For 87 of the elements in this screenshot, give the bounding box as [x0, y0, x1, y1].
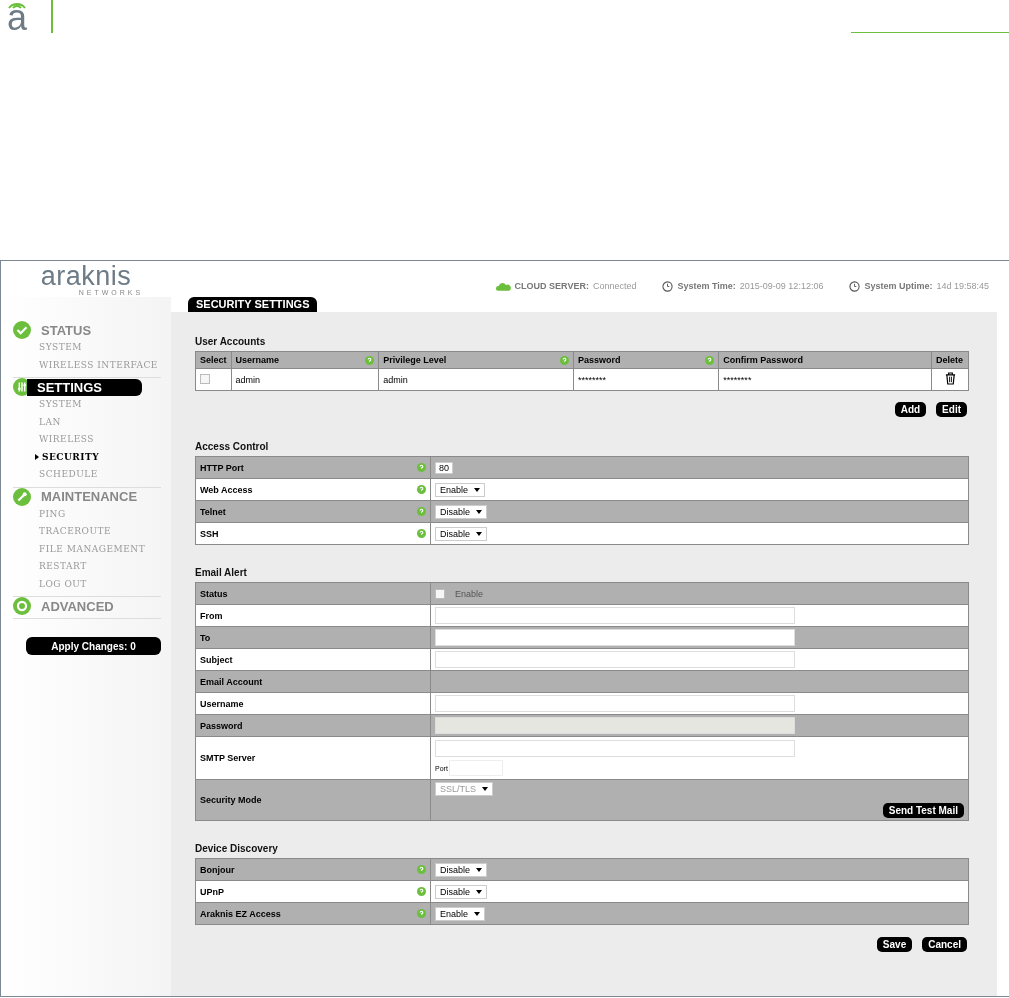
row-label: Username [200, 698, 244, 709]
page-title: SECURITY SETTINGS [188, 297, 318, 312]
dropdown[interactable]: Enable [435, 482, 486, 497]
table-cell: admin [235, 374, 261, 385]
caret-icon [476, 889, 482, 894]
status-label: System Time: [677, 281, 736, 291]
row-label: Status [200, 588, 228, 599]
help-icon[interactable] [417, 485, 426, 494]
row-checkbox[interactable] [200, 373, 210, 384]
row-label: Password [200, 720, 243, 731]
logo-letter: a [7, 5, 27, 31]
table-action-button[interactable]: Add [894, 402, 927, 417]
help-icon[interactable] [417, 887, 426, 896]
caret-icon [474, 487, 481, 492]
form-button[interactable]: Save [876, 937, 913, 952]
help-icon[interactable] [705, 355, 715, 365]
dropdown[interactable]: Disable [435, 526, 487, 541]
column-header: Privilege Level [383, 355, 447, 365]
input-field[interactable]: 80 [435, 461, 453, 474]
row-label: Email Account [200, 676, 263, 687]
help-icon[interactable] [417, 507, 426, 516]
help-icon[interactable] [417, 865, 426, 874]
caret-icon [474, 911, 481, 916]
sidebar-heading[interactable]: SETTINGS [27, 378, 142, 396]
help-icon[interactable] [365, 355, 375, 365]
row-label: UPnP [200, 886, 224, 897]
column-header: Confirm Password [723, 355, 803, 365]
help-icon[interactable] [417, 909, 426, 918]
column-header: Password [577, 355, 621, 365]
send-test-mail-button[interactable]: Send Test Mail [882, 803, 964, 818]
row-label: SSH [200, 528, 219, 539]
row-label: Telnet [200, 506, 226, 517]
caret-icon [476, 867, 482, 872]
status-label: CLOUD SERVER: [514, 281, 589, 291]
input-field[interactable] [435, 629, 795, 646]
status-value: 14d 19:58:45 [936, 281, 989, 291]
caret-icon [476, 531, 482, 536]
row-label: Subject [200, 654, 233, 665]
column-header: Delete [936, 355, 963, 365]
column-header: Select [200, 355, 227, 365]
status-label: System Uptime: [864, 281, 933, 291]
cloud-icon [495, 281, 511, 291]
input-field[interactable] [435, 740, 795, 757]
gear-icon [13, 597, 31, 615]
caret-icon [476, 509, 482, 514]
section-heading: User Accounts [195, 336, 267, 347]
row-label: Bonjour [200, 864, 235, 875]
brand-logo: araknis [40, 263, 132, 289]
row-label: From [200, 610, 223, 621]
table-action-button[interactable]: Edit [936, 402, 967, 417]
row-label: Araknis EZ Access [200, 908, 281, 919]
clock-icon [849, 280, 861, 292]
help-icon[interactable] [417, 529, 426, 538]
wifi-icon [7, 0, 27, 9]
apply-changes-button[interactable]: Apply Changes: 0 [26, 637, 161, 655]
row-label: Web Access [200, 484, 253, 495]
dropdown[interactable]: Disable [435, 862, 487, 877]
table-cell: ******** [723, 374, 752, 385]
section-heading: Access Control [195, 441, 270, 452]
dropdown[interactable]: Disable [435, 884, 487, 899]
row-label: To [200, 632, 211, 643]
row-label: Security Mode [200, 795, 262, 805]
row-label: HTTP Port [200, 462, 244, 473]
table-cell: ******** [577, 374, 606, 385]
section-heading: Device Discovery [195, 843, 279, 854]
input-field[interactable] [435, 695, 795, 712]
dropdown[interactable]: Disable [435, 504, 487, 519]
table-cell: admin [383, 374, 408, 385]
sidebar-item[interactable]: SECURITY [35, 448, 161, 466]
status-value: 2015-09-09 12:12:06 [739, 281, 824, 291]
input-field[interactable] [435, 607, 795, 624]
status-value: Connected [592, 281, 637, 291]
check-icon [13, 321, 31, 339]
form-button[interactable]: Cancel [922, 937, 967, 952]
help-icon[interactable] [417, 463, 426, 472]
column-header: Username [235, 355, 280, 365]
wrench-icon [13, 487, 31, 506]
help-icon[interactable] [559, 355, 569, 365]
input-field[interactable] [435, 651, 795, 668]
caret-icon [482, 787, 489, 791]
section-heading: Email Alert [195, 567, 248, 578]
checkbox[interactable] [435, 588, 445, 599]
checkbox-label: Enable [455, 588, 484, 599]
dropdown[interactable]: Enable [435, 906, 486, 921]
trash-icon[interactable] [944, 372, 956, 385]
row-label: SMTP Server [200, 753, 256, 763]
clock-icon [662, 280, 674, 292]
